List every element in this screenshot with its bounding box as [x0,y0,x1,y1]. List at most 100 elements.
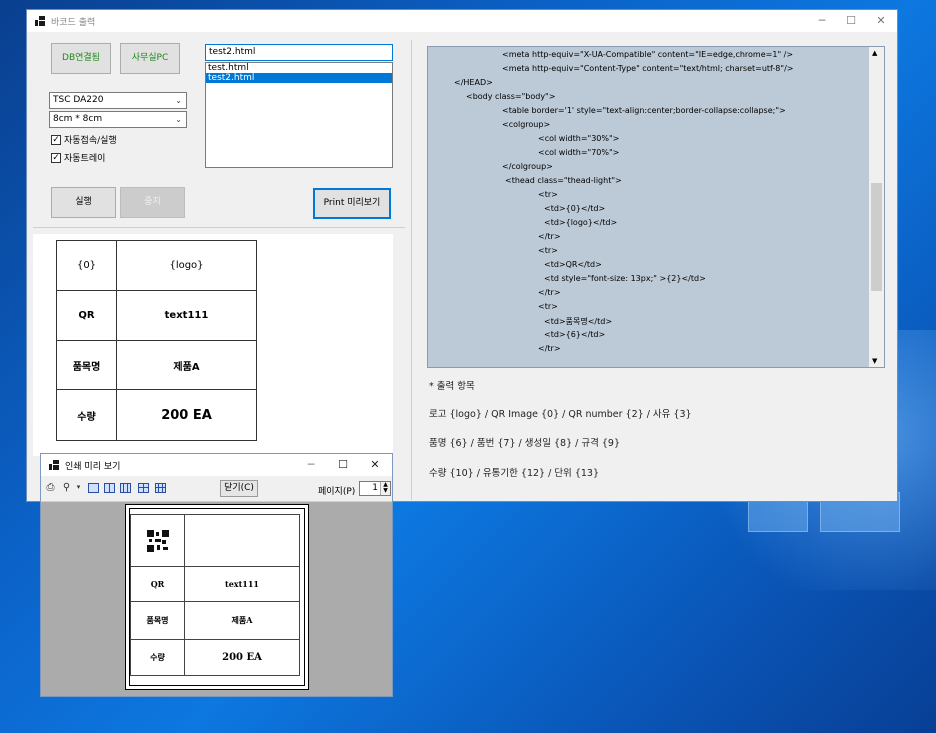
file-listbox[interactable]: test.html test2.html [205,62,393,168]
minimize-button[interactable]: ─ [295,454,327,476]
preview-label-cell: 품목명 [130,601,185,640]
code-line: </tr> [538,288,561,297]
label-cell: QR [56,290,117,341]
value-cell: {logo} [116,240,257,291]
code-scrollbar[interactable]: ▲ ▼ [869,47,884,367]
value-cell: 200 EA [116,389,257,441]
file-name-input[interactable]: test2.html [205,44,393,61]
code-line: <td>{0}</td> [544,204,606,213]
code-line: <td>{logo}</td> [544,218,618,227]
code-line: <td style="font-size: 13px;" >{2}</td> [544,274,706,283]
page-number-value: 1 [372,483,378,493]
output-items-line: 로고 {logo} / QR Image {0} / QR number {2}… [429,409,692,420]
print-preview-titlebar: 인쇄 미리 보기 ─ ☐ ✕ [41,454,392,476]
checkbox-check-icon: ✓ [51,152,61,163]
checkbox-check-icon: ✓ [51,134,61,145]
preview-row: 품목명 제품A [130,601,300,640]
code-line: </colgroup> [502,162,553,171]
two-pages-icon[interactable] [104,483,115,493]
close-preview-button[interactable]: 닫기(C) [220,480,258,497]
code-line: <tr> [538,302,558,311]
maximize-button[interactable]: ☐ [835,10,867,32]
label-row: QR text111 [56,290,257,341]
window-title: 바코드 출력 [51,18,96,28]
zoom-icon[interactable]: ⚲ [61,482,72,493]
print-preview-button[interactable]: Print 미리보기 [313,188,391,219]
preview-page-border: QR text111 품목명 제품A 수량 200 EA [129,508,305,686]
label-cell: {0} [56,240,117,291]
label-size-select[interactable]: 8cm * 8cm ⌄ [49,111,187,128]
office-pc-button[interactable]: 사무실PC [120,43,180,74]
code-line: <colgroup> [502,120,551,129]
db-connected-button[interactable]: DB연결됨 [51,43,111,74]
code-line: </HEAD> [454,78,493,87]
code-line: <meta http-equiv="Content-Type" content=… [502,64,794,73]
code-line: <td>{6}</td> [544,330,606,339]
code-line: <table border='1' style="text-align:cent… [502,106,786,115]
preview-row: 수량 200 EA [130,639,300,676]
label-cell: 수량 [56,389,117,441]
four-pages-icon[interactable] [138,483,149,493]
printer-select[interactable]: TSC DA220 ⌄ [49,92,187,109]
preview-qr-cell [130,514,185,567]
maximize-button[interactable]: ☐ [327,454,359,476]
file-list-item-selected[interactable]: test2.html [206,73,392,83]
qr-code-icon [146,529,169,552]
one-page-icon[interactable] [88,483,99,493]
page-number-stepper[interactable]: 1 ▲ ▼ [359,481,391,496]
code-line: <col width="30%"> [538,134,620,143]
code-line: <td>QR</td> [544,260,602,269]
preview-value-cell: 제품A [184,601,300,640]
print-preview-window: 인쇄 미리 보기 ─ ☐ ✕ ⎙ ⚲ ▾ 닫기(C) 페이지(P) 1 ▲▼ [40,453,393,697]
print-icon[interactable]: ⎙ [45,482,56,493]
preview-row [130,514,300,567]
code-line: <tr> [538,246,558,255]
scroll-down-arrow-icon[interactable]: ▼ [872,357,877,365]
chevron-down-icon: ⌄ [175,96,182,105]
preview-page: QR text111 품목명 제품A 수량 200 EA [125,504,309,690]
spin-arrows-icon[interactable]: ▲ ▼ [380,482,390,495]
code-line: </tr> [538,232,561,241]
print-preview-toolbar: ⎙ ⚲ ▾ 닫기(C) 페이지(P) 1 ▲ ▼ [41,476,392,502]
preview-value-cell: text111 [184,566,300,602]
code-line: <thead class="thead-light"> [505,176,622,185]
code-line: <td>품목명</td> [544,317,613,326]
printer-select-value: TSC DA220 [53,95,104,105]
code-line: <col width="70%"> [538,148,620,157]
preview-label-table: QR text111 품목명 제품A 수량 200 EA [130,514,300,676]
auto-tray-label: 자동트레이 [64,154,106,164]
app-icon [49,460,59,470]
value-cell: text111 [116,290,257,341]
auto-tray-checkbox[interactable]: ✓ 자동트레이 [51,151,105,164]
stop-button[interactable]: 중지 [120,187,185,218]
section-divider [33,227,405,228]
value-cell: 제품A [116,340,257,390]
three-pages-icon[interactable] [120,483,131,493]
scrollbar-thumb[interactable] [871,183,882,291]
page-label: 페이지(P) [318,487,356,497]
chevron-down-icon: ⌄ [175,115,182,124]
zoom-dropdown-chevron-icon[interactable]: ▾ [73,482,84,493]
scroll-up-arrow-icon[interactable]: ▲ [872,49,877,57]
label-row: 수량 200 EA [56,389,257,441]
auto-connect-checkbox[interactable]: ✓ 자동접속/실행 [51,133,117,146]
vertical-divider [411,40,412,500]
six-pages-icon[interactable] [155,483,166,493]
preview-label-cell: QR [130,566,185,602]
close-button[interactable]: ✕ [865,10,897,32]
code-line: <body class="body"> [466,92,556,101]
app-icon [35,16,45,26]
html-code-editor[interactable]: <meta http-equiv="X-UA-Compatible" conte… [427,46,885,368]
code-line: </tr> [538,344,561,353]
preview-value-cell: 200 EA [184,639,300,676]
run-button[interactable]: 실행 [51,187,116,218]
close-button[interactable]: ✕ [359,454,391,476]
label-cell: 품목명 [56,340,117,390]
main-client-area: DB연결됨 사무실PC test2.html test.html test2.h… [27,32,897,501]
minimize-button[interactable]: ─ [806,10,838,32]
preview-label-cell: 수량 [130,639,185,676]
main-window: 바코드 출력 ─ ☐ ✕ DB연결됨 사무실PC test2.html test… [26,9,898,502]
output-items-header: * 출력 항목 [429,381,475,392]
output-items-line: 수량 {10} / 유통기한 {12} / 단위 {13} [429,468,599,479]
file-list-item[interactable]: test.html [206,63,392,73]
